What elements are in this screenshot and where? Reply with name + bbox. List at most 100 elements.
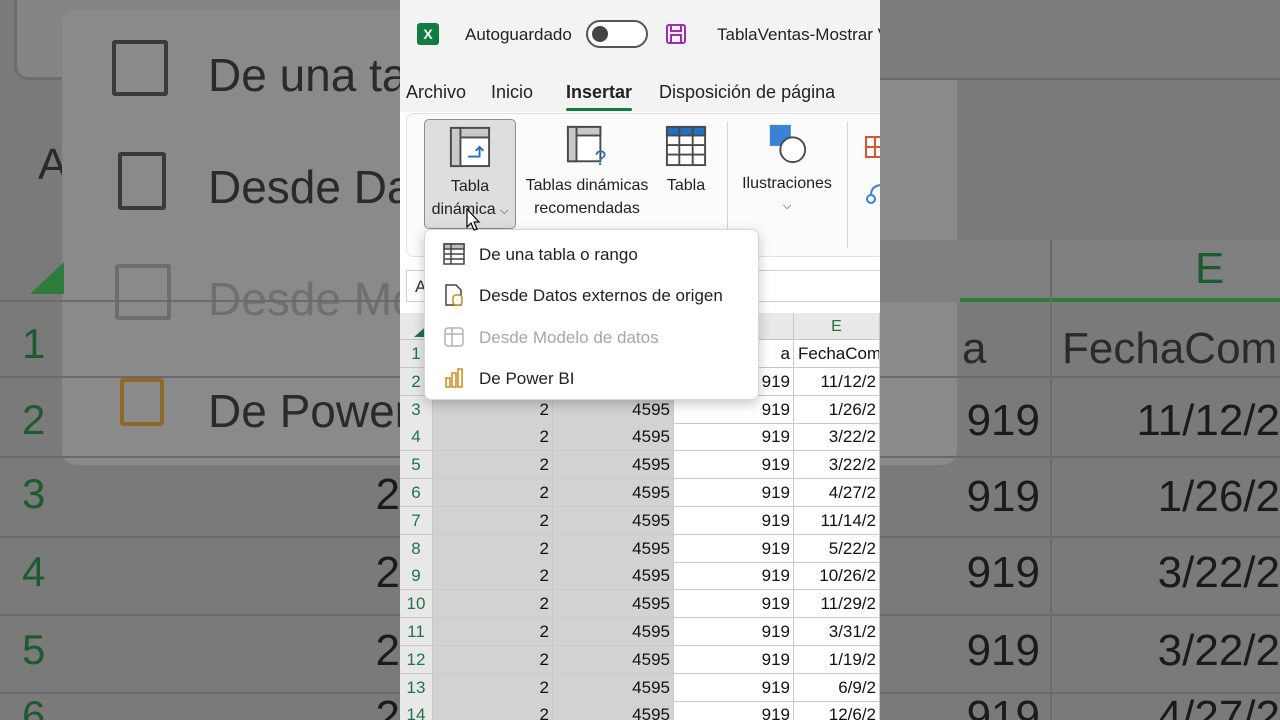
pivot-table-dropdown: De una tabla o rango Desde Datos externo… bbox=[424, 229, 759, 400]
cell-d[interactable]: 919 bbox=[674, 451, 794, 480]
table-row[interactable]: 12 2 4595 919 1/19/2 bbox=[400, 645, 880, 674]
save-icon[interactable] bbox=[665, 23, 687, 45]
cell-d[interactable]: 919 bbox=[674, 506, 794, 535]
cell-e[interactable]: 11/29/2 bbox=[794, 590, 880, 619]
table-row[interactable]: 7 2 4595 919 11/14/2 bbox=[400, 506, 880, 535]
smartart-icon[interactable] bbox=[865, 179, 880, 205]
cell-e[interactable]: 10/26/2 bbox=[794, 562, 880, 591]
cell-d[interactable]: 919 bbox=[674, 618, 794, 646]
menu-item-from-table-range[interactable]: De una tabla o rango bbox=[425, 233, 760, 275]
cell-e[interactable]: 4/27/2 bbox=[794, 479, 880, 507]
row-header[interactable]: 4 bbox=[400, 423, 433, 452]
cell-c[interactable]: 4595 bbox=[553, 673, 674, 702]
cell-c[interactable]: 4595 bbox=[553, 590, 674, 619]
cell-c[interactable]: 4595 bbox=[553, 534, 674, 563]
cell-b[interactable]: 2 bbox=[433, 534, 553, 563]
cell-d[interactable]: 919 bbox=[674, 590, 794, 619]
table-row[interactable]: 9 2 4595 919 10/26/2 bbox=[400, 562, 880, 591]
tab-inicio[interactable]: Inicio bbox=[491, 82, 533, 103]
mouse-pointer-icon bbox=[466, 208, 481, 231]
cell-b[interactable]: 2 bbox=[433, 506, 553, 535]
row-header[interactable]: 5 bbox=[400, 451, 433, 480]
table-row[interactable]: 4 2 4595 919 3/22/2 bbox=[400, 423, 880, 452]
cell-d[interactable]: 919 bbox=[674, 423, 794, 452]
tab-disposicion[interactable]: Disposición de página bbox=[659, 82, 835, 103]
shapes-icon[interactable] bbox=[865, 136, 880, 158]
table-row[interactable]: 14 2 4595 919 12/6/2 bbox=[400, 701, 880, 720]
table-row[interactable]: 8 2 4595 919 5/22/2 bbox=[400, 534, 880, 563]
table-row[interactable]: 13 2 4595 919 6/9/2 bbox=[400, 673, 880, 702]
autosave-toggle[interactable]: off bbox=[586, 20, 648, 48]
row-header[interactable]: 7 bbox=[400, 506, 433, 535]
row-header[interactable]: 6 bbox=[400, 479, 433, 507]
cell-e[interactable]: 11/12/2 bbox=[794, 367, 880, 396]
illustrations-icon bbox=[769, 124, 807, 164]
cell-e[interactable]: 3/22/2 bbox=[794, 451, 880, 480]
excel-logo-icon: X bbox=[417, 23, 439, 45]
cell-d[interactable]: 919 bbox=[674, 562, 794, 591]
row-header[interactable]: 13 bbox=[400, 673, 433, 702]
illustrations-button[interactable]: Ilustraciones ⌵ bbox=[733, 119, 841, 229]
cell-c[interactable]: 4595 bbox=[553, 645, 674, 674]
cell-d[interactable]: 919 bbox=[674, 534, 794, 563]
pivot-table-label-1: Tabla bbox=[450, 178, 490, 195]
column-header-e[interactable]: E bbox=[794, 313, 880, 340]
table-row[interactable]: 5 2 4595 919 3/22/2 bbox=[400, 451, 880, 480]
cell-c[interactable]: 4595 bbox=[553, 479, 674, 507]
cell-e[interactable]: 3/31/2 bbox=[794, 618, 880, 646]
cell-e[interactable]: 1/19/2 bbox=[794, 645, 880, 674]
cell-c[interactable]: 4595 bbox=[553, 701, 674, 720]
zoom-column-selection-bar bbox=[960, 298, 1280, 302]
cell-c[interactable]: 4595 bbox=[553, 562, 674, 591]
cell-d[interactable]: 919 bbox=[674, 673, 794, 702]
row-header[interactable]: 3 bbox=[400, 395, 433, 424]
cell-b[interactable]: 2 bbox=[433, 562, 553, 591]
cell-c[interactable]: 4595 bbox=[553, 506, 674, 535]
zoom-gridline bbox=[0, 456, 400, 458]
ribbon-tabs: Archivo Inicio Insertar Disposición de p… bbox=[400, 70, 880, 112]
zoom-gridline bbox=[0, 300, 400, 302]
cell-e[interactable]: 3/22/2 bbox=[794, 423, 880, 452]
recommended-pivots-button[interactable]: ? Tablas dinámicas recomendadas bbox=[519, 119, 655, 229]
row-header[interactable]: 10 bbox=[400, 590, 433, 619]
cell-e[interactable]: 5/22/2 bbox=[794, 534, 880, 563]
cell-e[interactable]: 12/6/2 bbox=[794, 701, 880, 720]
chevron-down-icon: ⌵ bbox=[782, 200, 792, 212]
cell-b[interactable]: 2 bbox=[433, 645, 553, 674]
table-button[interactable]: Tabla bbox=[659, 119, 713, 229]
row-header[interactable]: 8 bbox=[400, 534, 433, 563]
cell-c[interactable]: 4595 bbox=[553, 618, 674, 646]
cell-e[interactable]: 11/14/2 bbox=[794, 506, 880, 535]
cell-c[interactable]: 4595 bbox=[553, 451, 674, 480]
cell-d[interactable]: 919 bbox=[674, 701, 794, 720]
cell-d[interactable]: 919 bbox=[674, 479, 794, 507]
cell-b[interactable]: 2 bbox=[433, 451, 553, 480]
cell-b[interactable]: 2 bbox=[433, 701, 553, 720]
cell-c[interactable]: 4595 bbox=[553, 423, 674, 452]
tab-insertar[interactable]: Insertar bbox=[566, 82, 632, 103]
table-row[interactable]: 11 2 4595 919 3/31/2 bbox=[400, 618, 880, 646]
cell-b[interactable]: 2 bbox=[433, 479, 553, 507]
zoom-power-bi-icon bbox=[120, 378, 164, 426]
cell-b[interactable]: 2 bbox=[433, 673, 553, 702]
cell-b[interactable]: 2 bbox=[433, 590, 553, 619]
cell-b[interactable]: 2 bbox=[433, 423, 553, 452]
row-header[interactable]: 14 bbox=[400, 701, 433, 720]
zoom-cell-value: 919 bbox=[966, 472, 1040, 521]
cell-d[interactable]: 919 bbox=[674, 645, 794, 674]
cell-b[interactable]: 2 bbox=[433, 618, 553, 646]
zoom-row-number: 4 bbox=[22, 548, 46, 595]
table-row[interactable]: 10 2 4595 919 11/29/2 bbox=[400, 590, 880, 619]
tab-archivo[interactable]: Archivo bbox=[406, 82, 466, 103]
cell-e[interactable]: 6/9/2 bbox=[794, 673, 880, 702]
table-row[interactable]: 6 2 4595 919 4/27/2 bbox=[400, 479, 880, 507]
cell-e[interactable]: FechaCom bbox=[794, 340, 880, 368]
row-header[interactable]: 12 bbox=[400, 645, 433, 674]
menu-item-power-bi[interactable]: De Power BI bbox=[425, 357, 760, 399]
row-header[interactable]: 9 bbox=[400, 562, 433, 591]
zoom-cell-value: 919 bbox=[966, 626, 1040, 675]
menu-item-external-data[interactable]: Desde Datos externos de origen bbox=[425, 274, 760, 316]
cell-e[interactable]: 1/26/2 bbox=[794, 395, 880, 424]
background-zoom-left: A De una ta Desde Da Desde Mo De Power 1… bbox=[0, 0, 400, 720]
row-header[interactable]: 11 bbox=[400, 618, 433, 646]
